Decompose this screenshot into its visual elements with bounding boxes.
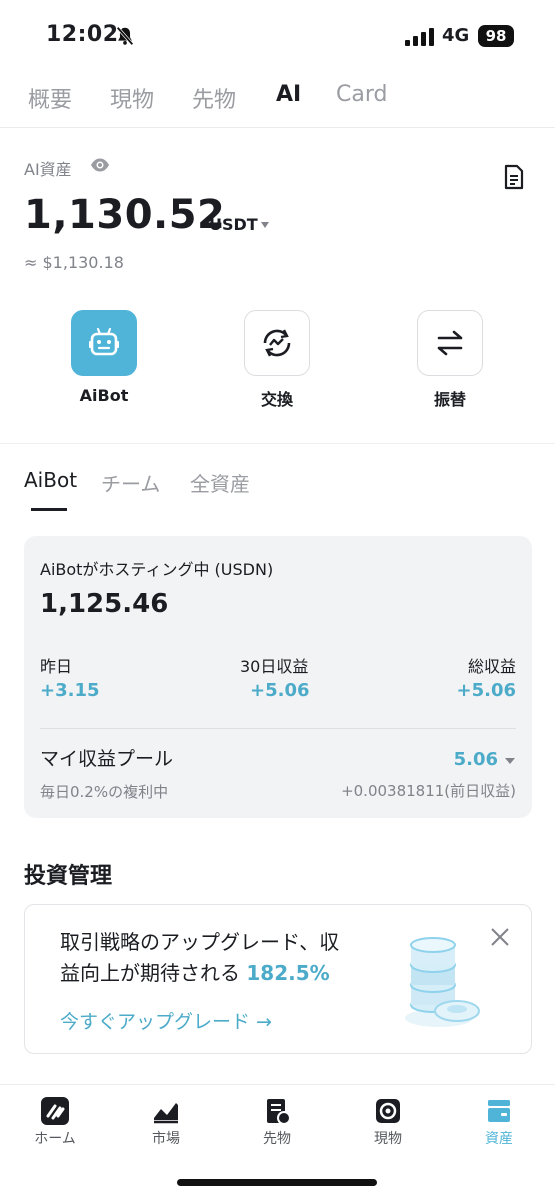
swap-icon-box[interactable] bbox=[244, 310, 310, 376]
aibot-button[interactable]: AiBot bbox=[49, 310, 159, 410]
aibot-icon-box[interactable] bbox=[71, 310, 137, 376]
chevron-down-icon[interactable] bbox=[504, 757, 516, 765]
nav-market[interactable]: 市場 bbox=[111, 1096, 221, 1148]
transfer-icon bbox=[437, 330, 463, 356]
subtab-aibot[interactable]: AiBot bbox=[24, 468, 77, 492]
stat-30d-value: +5.06 bbox=[250, 680, 310, 701]
promo-rate: 182.5% bbox=[246, 961, 330, 985]
signal-icon bbox=[405, 28, 434, 46]
subtab-team[interactable]: チーム bbox=[101, 468, 160, 497]
battery-indicator: 98 bbox=[478, 25, 514, 47]
futures-icon bbox=[267, 1099, 291, 1125]
transfer-button-label: 振替 bbox=[433, 390, 466, 409]
transfer-icon-box[interactable] bbox=[417, 310, 483, 376]
hosting-amount: 1,125.46 bbox=[40, 589, 169, 619]
status-time: 12:02 bbox=[46, 22, 119, 47]
asset-fiat-approx: ≈ $1,130.18 bbox=[24, 253, 124, 272]
home-logo-icon bbox=[41, 1097, 69, 1125]
nav-assets[interactable]: 資産 bbox=[444, 1096, 554, 1148]
ai-asset-amount: 1,130.52 bbox=[24, 192, 226, 238]
eye-icon[interactable] bbox=[90, 157, 110, 173]
nav-home[interactable]: ホーム bbox=[0, 1096, 110, 1148]
spot-icon bbox=[376, 1099, 400, 1123]
upgrade-now-link[interactable]: 今すぐアップグレード → bbox=[60, 1007, 272, 1034]
wallet-icon bbox=[488, 1100, 510, 1122]
asset-unit-selector[interactable]: USDT bbox=[209, 215, 258, 234]
status-bar: 12:02 4G 98 bbox=[0, 0, 555, 72]
aibot-button-label: AiBot bbox=[79, 386, 129, 405]
home-indicator bbox=[177, 1179, 377, 1186]
tab-overview[interactable]: 概要 bbox=[28, 82, 72, 114]
compound-rate-text: 毎日0.2%の複利中 bbox=[40, 783, 169, 801]
nav-futures[interactable]: 先物 bbox=[222, 1096, 332, 1148]
invest-management-title: 投資管理 bbox=[24, 864, 113, 889]
ai-asset-label: AI資産 bbox=[24, 160, 72, 179]
hosting-title: AiBotがホスティング中 (USDN) bbox=[40, 560, 274, 579]
nav-assets-label: 資産 bbox=[485, 1131, 513, 1147]
aibot-hosting-card[interactable]: AiBotがホスティング中 (USDN) 1,125.46 昨日 +3.15 3… bbox=[24, 536, 532, 818]
nav-spot[interactable]: 現物 bbox=[333, 1096, 443, 1148]
nav-spot-label: 現物 bbox=[374, 1131, 402, 1147]
swap-button-label: 交換 bbox=[260, 390, 293, 409]
chevron-down-icon[interactable] bbox=[260, 221, 270, 229]
tab-futures[interactable]: 先物 bbox=[192, 82, 236, 114]
stat-yesterday-label: 昨日 bbox=[40, 657, 73, 676]
profit-pool-label: マイ収益プール bbox=[40, 748, 174, 770]
promo-text: 取引戦略のアップグレード、収 益向上が期待される 182.5% bbox=[60, 927, 360, 989]
bell-muted-icon bbox=[116, 26, 134, 46]
nav-market-label: 市場 bbox=[152, 1131, 180, 1147]
coin-stack-illustration bbox=[405, 937, 480, 1027]
card-divider bbox=[40, 728, 516, 729]
bottom-nav-divider bbox=[0, 1084, 555, 1085]
transfer-button[interactable]: 振替 bbox=[395, 310, 505, 410]
profit-pool-value[interactable]: 5.06 bbox=[454, 749, 498, 770]
document-icon[interactable] bbox=[502, 164, 526, 190]
tab-ai[interactable]: AI bbox=[276, 82, 301, 107]
upgrade-promo-banner[interactable]: 取引戦略のアップグレード、収 益向上が期待される 182.5% 今すぐアップグレ… bbox=[24, 904, 532, 1054]
nav-futures-label: 先物 bbox=[263, 1131, 291, 1147]
network-label: 4G bbox=[442, 25, 470, 46]
promo-text-line-1: 取引戦略のアップグレード、収 bbox=[60, 930, 340, 954]
subtab-all-assets[interactable]: 全資産 bbox=[190, 468, 250, 497]
close-icon[interactable] bbox=[489, 926, 511, 948]
section-divider bbox=[0, 443, 555, 444]
tab-spot[interactable]: 現物 bbox=[110, 82, 154, 114]
tab-card[interactable]: Card bbox=[336, 82, 387, 107]
swap-button[interactable]: 交換 bbox=[222, 310, 332, 410]
stat-yesterday-value: +3.15 bbox=[40, 680, 100, 701]
promo-text-line-2: 益向上が期待される bbox=[60, 961, 240, 985]
stat-total-value: +5.06 bbox=[456, 680, 517, 701]
market-chart-icon bbox=[154, 1103, 178, 1124]
swap-icon bbox=[263, 329, 291, 357]
previous-day-profit: +0.00381811(前日収益) bbox=[341, 782, 516, 800]
subtab-active-indicator bbox=[31, 508, 67, 511]
robot-icon bbox=[89, 327, 119, 356]
top-tab-bar: 概要 現物 先物 AI Card bbox=[0, 72, 555, 128]
nav-home-label: ホーム bbox=[34, 1131, 76, 1147]
stat-total-label: 総収益 bbox=[467, 657, 516, 676]
stat-30d-label: 30日収益 bbox=[240, 657, 309, 676]
